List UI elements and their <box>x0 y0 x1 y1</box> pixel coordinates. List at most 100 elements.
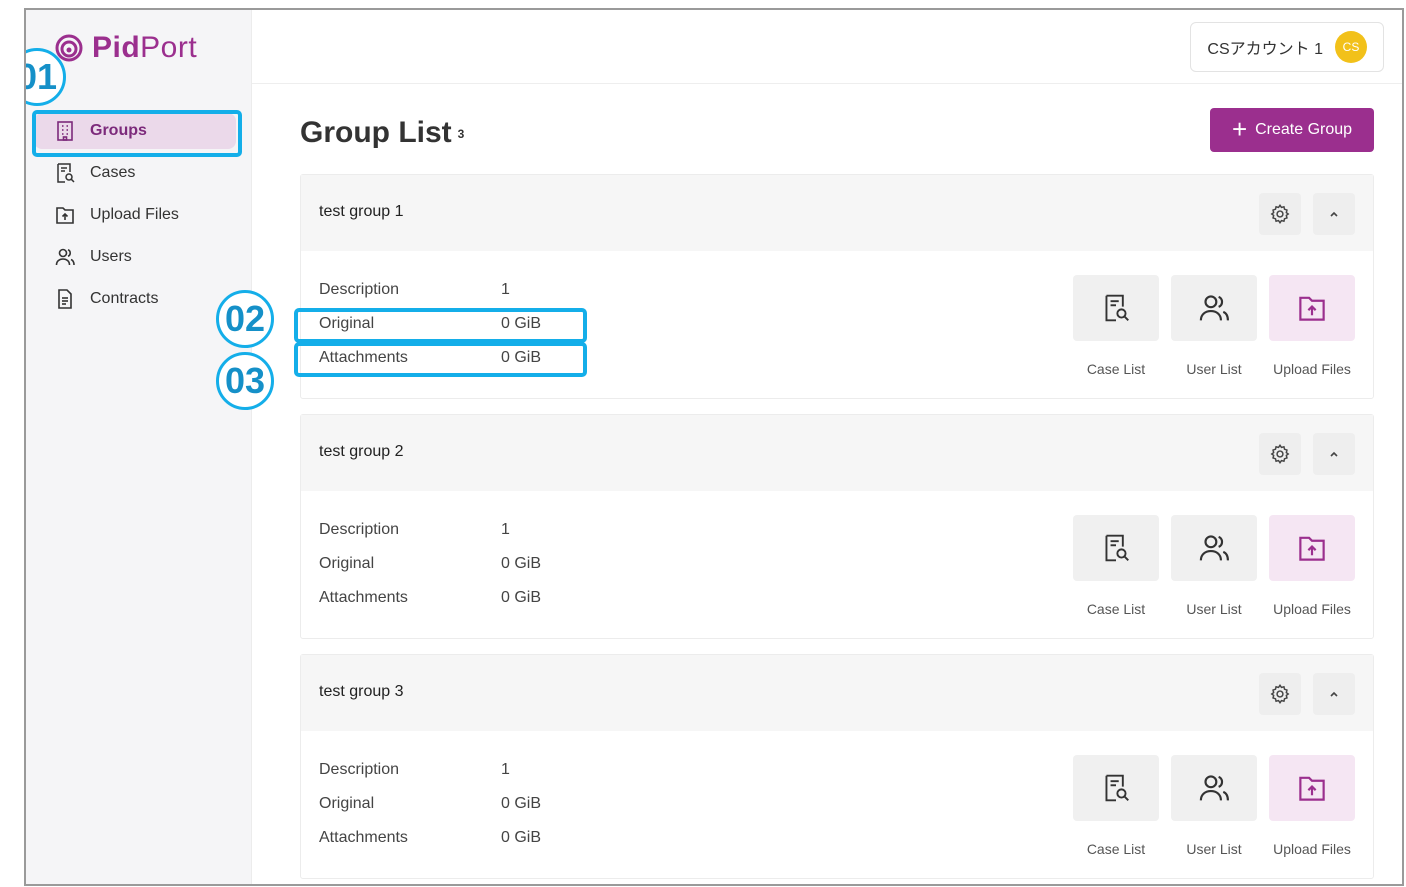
attachments-value: 0 GiB <box>501 589 542 606</box>
callout-badge-03: 03 <box>216 352 274 410</box>
upload-files-tile[interactable] <box>1269 275 1355 341</box>
group-collapse-button[interactable] <box>1313 433 1355 475</box>
original-label: Original <box>319 795 375 812</box>
chevron-up-icon <box>1330 691 1338 697</box>
group-card: test group 2 Description 1 Original 0 GiB <box>300 414 1374 639</box>
user-list-tile[interactable] <box>1171 515 1257 581</box>
main-content: Group List 3 + Create Group test group 1 <box>252 84 1402 884</box>
case-search-icon <box>1105 534 1129 562</box>
group-collapse-button[interactable] <box>1313 673 1355 715</box>
case-list-label: Case List <box>1086 841 1146 857</box>
case-list-tile[interactable] <box>1073 755 1159 821</box>
sidebar-item-label: Contracts <box>90 290 159 307</box>
case-list-button[interactable]: Case List <box>1073 515 1159 617</box>
group-name: test group 2 <box>319 443 404 460</box>
upload-icon <box>1299 536 1325 561</box>
attachments-label: Attachments <box>319 829 408 846</box>
avatar: CS <box>1335 31 1367 63</box>
case-search-icon <box>1105 774 1129 802</box>
group-actions: Case List User List Upload Files <box>1073 275 1355 377</box>
case-list-button[interactable]: Case List <box>1073 275 1159 377</box>
user-list-button[interactable]: User List <box>1171 515 1257 617</box>
app-window: PidPort Groups Cases Upload Files Users … <box>24 8 1404 886</box>
original-label: Original <box>319 555 375 572</box>
chevron-up-icon <box>1330 451 1338 457</box>
logo[interactable]: PidPort <box>54 28 197 68</box>
description-row: Description 1 <box>319 281 510 299</box>
top-bar: CSアカウント 1 CS <box>252 10 1402 84</box>
case-list-label: Case List <box>1086 361 1146 377</box>
description-row: Description 1 <box>319 761 510 779</box>
document-icon <box>58 289 72 309</box>
original-value: 0 GiB <box>501 795 542 812</box>
case-list-label: Case List <box>1086 601 1146 617</box>
users-icon <box>1199 535 1229 561</box>
user-list-tile[interactable] <box>1171 755 1257 821</box>
gear-icon <box>1270 204 1290 224</box>
group-count-badge: 3 <box>457 127 465 142</box>
upload-files-button[interactable]: Upload Files <box>1269 755 1355 857</box>
gear-icon <box>1270 444 1290 464</box>
attachments-row: Attachments 0 GiB <box>319 829 541 847</box>
group-name: test group 3 <box>319 683 404 700</box>
user-list-tile[interactable] <box>1171 275 1257 341</box>
sidebar-item-upload-files[interactable]: Upload Files <box>34 197 236 233</box>
description-value: 1 <box>501 521 510 538</box>
group-card-header: test group 1 <box>301 175 1373 251</box>
case-search-icon <box>1105 294 1129 322</box>
account-name: CSアカウント 1 <box>1207 41 1323 58</box>
group-collapse-button[interactable] <box>1313 193 1355 235</box>
original-value: 0 GiB <box>501 555 542 572</box>
attachments-row: Attachments 0 GiB <box>319 589 541 607</box>
group-card-body: Description 1 Original 0 GiB Attachments 0 … <box>301 731 1373 878</box>
group-settings-button[interactable] <box>1259 433 1301 475</box>
group-name: test group 1 <box>319 203 404 220</box>
plus-icon: + <box>1231 113 1248 144</box>
upload-icon <box>56 207 74 224</box>
description-label: Description <box>319 281 400 298</box>
create-group-button[interactable]: + Create Group <box>1210 108 1374 152</box>
group-actions: Case List User List Upload Files <box>1073 515 1355 617</box>
users-icon <box>1199 775 1229 801</box>
original-row: Original 0 GiB <box>319 555 541 573</box>
description-row: Description 1 <box>319 521 510 539</box>
users-icon <box>55 248 75 266</box>
create-group-label: Create Group <box>1255 121 1353 138</box>
callout-highlight-attachments <box>294 342 587 377</box>
upload-files-label: Upload Files <box>1273 601 1351 617</box>
upload-files-button[interactable]: Upload Files <box>1269 515 1355 617</box>
group-settings-button[interactable] <box>1259 193 1301 235</box>
case-search-icon <box>57 163 75 183</box>
sidebar-item-cases[interactable]: Cases <box>34 155 236 191</box>
description-label: Description <box>319 761 400 778</box>
users-icon <box>1199 295 1229 321</box>
user-list-label: User List <box>1186 841 1242 857</box>
user-list-label: User List <box>1186 361 1242 377</box>
user-list-button[interactable]: User List <box>1171 755 1257 857</box>
user-list-label: User List <box>1186 601 1242 617</box>
description-value: 1 <box>501 281 510 298</box>
chevron-up-icon <box>1330 211 1338 217</box>
original-row: Original 0 GiB <box>319 795 541 813</box>
upload-files-label: Upload Files <box>1273 841 1351 857</box>
account-menu[interactable]: CSアカウント 1 CS <box>1190 22 1384 72</box>
upload-files-button[interactable]: Upload Files <box>1269 275 1355 377</box>
attachments-label: Attachments <box>319 589 408 606</box>
case-list-tile[interactable] <box>1073 275 1159 341</box>
upload-files-tile[interactable] <box>1269 755 1355 821</box>
sidebar-item-contracts[interactable]: Contracts <box>34 281 236 317</box>
sidebar-item-label: Cases <box>90 164 136 181</box>
group-list: test group 1 Description 1 Original 0 GiB <box>300 174 1374 884</box>
case-list-tile[interactable] <box>1073 515 1159 581</box>
sidebar-item-users[interactable]: Users <box>34 239 236 275</box>
user-list-button[interactable]: User List <box>1171 275 1257 377</box>
upload-files-tile[interactable] <box>1269 515 1355 581</box>
upload-icon <box>1299 296 1325 321</box>
group-card-header: test group 2 <box>301 415 1373 491</box>
case-list-button[interactable]: Case List <box>1073 755 1159 857</box>
gear-icon <box>1270 684 1290 704</box>
callout-highlight-original <box>294 308 587 343</box>
group-settings-button[interactable] <box>1259 673 1301 715</box>
brand-name: PidPort <box>92 31 198 64</box>
group-card: test group 3 Description 1 Original 0 GiB <box>300 654 1374 879</box>
